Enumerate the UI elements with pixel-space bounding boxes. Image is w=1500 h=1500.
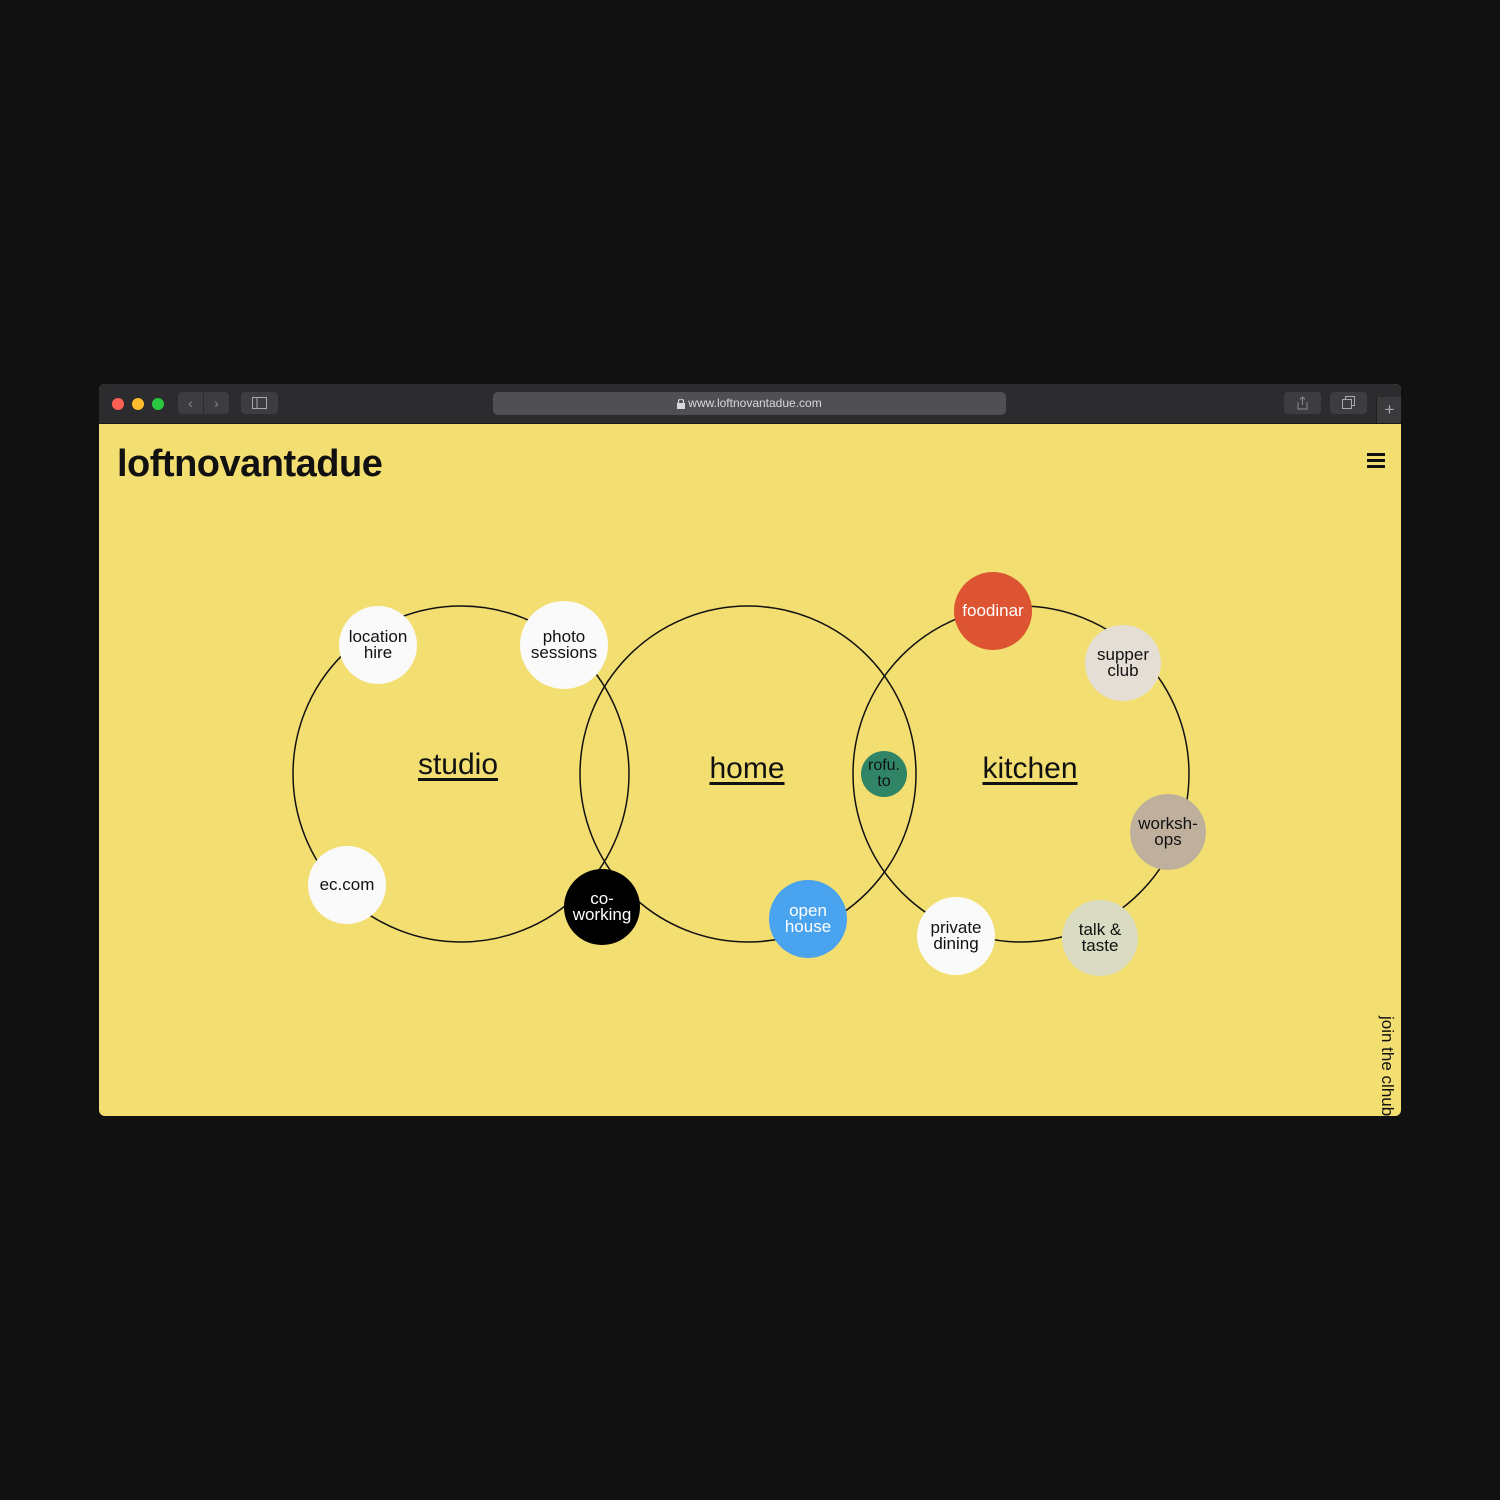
minimize-window-button[interactable] (132, 398, 144, 410)
share-icon (1297, 396, 1308, 410)
tabs-icon (1342, 396, 1355, 409)
bubble-open-house[interactable]: open house (769, 880, 847, 958)
forward-button[interactable]: › (204, 392, 229, 414)
bubble-photo-sessions[interactable]: photo sessions (520, 601, 608, 689)
browser-toolbar: ‹ › www.loftnovantadue.com + (99, 384, 1401, 424)
lock-icon (677, 398, 686, 409)
chevron-left-icon: ‹ (188, 395, 193, 411)
address-bar[interactable]: www.loftnovantadue.com (493, 392, 1006, 415)
back-button[interactable]: ‹ (178, 392, 203, 414)
maximize-window-button[interactable] (152, 398, 164, 410)
chevron-right-icon: › (214, 395, 219, 411)
section-link-studio[interactable]: studio (418, 748, 498, 782)
bubble-ec-com[interactable]: ec.com (308, 846, 386, 924)
bubble-foodinar[interactable]: foodinar (954, 572, 1032, 650)
page-content: loftnovantadue studio home kitchen locat… (99, 423, 1401, 1116)
show-tabs-button[interactable] (1330, 392, 1367, 414)
sidebar-icon (252, 397, 267, 409)
share-button[interactable] (1284, 392, 1321, 414)
join-the-club-link[interactable]: join the clhub (1377, 1016, 1397, 1116)
bubble-location-hire[interactable]: location hire (339, 606, 417, 684)
close-window-button[interactable] (112, 398, 124, 410)
bubble-private-dining[interactable]: private dining (917, 897, 995, 975)
browser-window: ‹ › www.loftnovantadue.com + loftnovanta… (99, 384, 1401, 1116)
bubble-workshops[interactable]: worksh- ops (1130, 794, 1206, 870)
sidebar-toggle-button[interactable] (241, 392, 278, 414)
url-text: www.loftnovantadue.com (688, 396, 822, 410)
bubble-co-working[interactable]: co- working (564, 869, 640, 945)
section-link-home[interactable]: home (709, 752, 784, 786)
bubble-rofu-to[interactable]: rofu. to (861, 751, 907, 797)
bubble-talk-taste[interactable]: talk & taste (1062, 900, 1138, 976)
section-link-kitchen[interactable]: kitchen (982, 752, 1077, 786)
plus-icon: + (1384, 400, 1395, 419)
new-tab-button[interactable]: + (1376, 397, 1401, 423)
bubble-supper-club[interactable]: supper club (1085, 625, 1161, 701)
